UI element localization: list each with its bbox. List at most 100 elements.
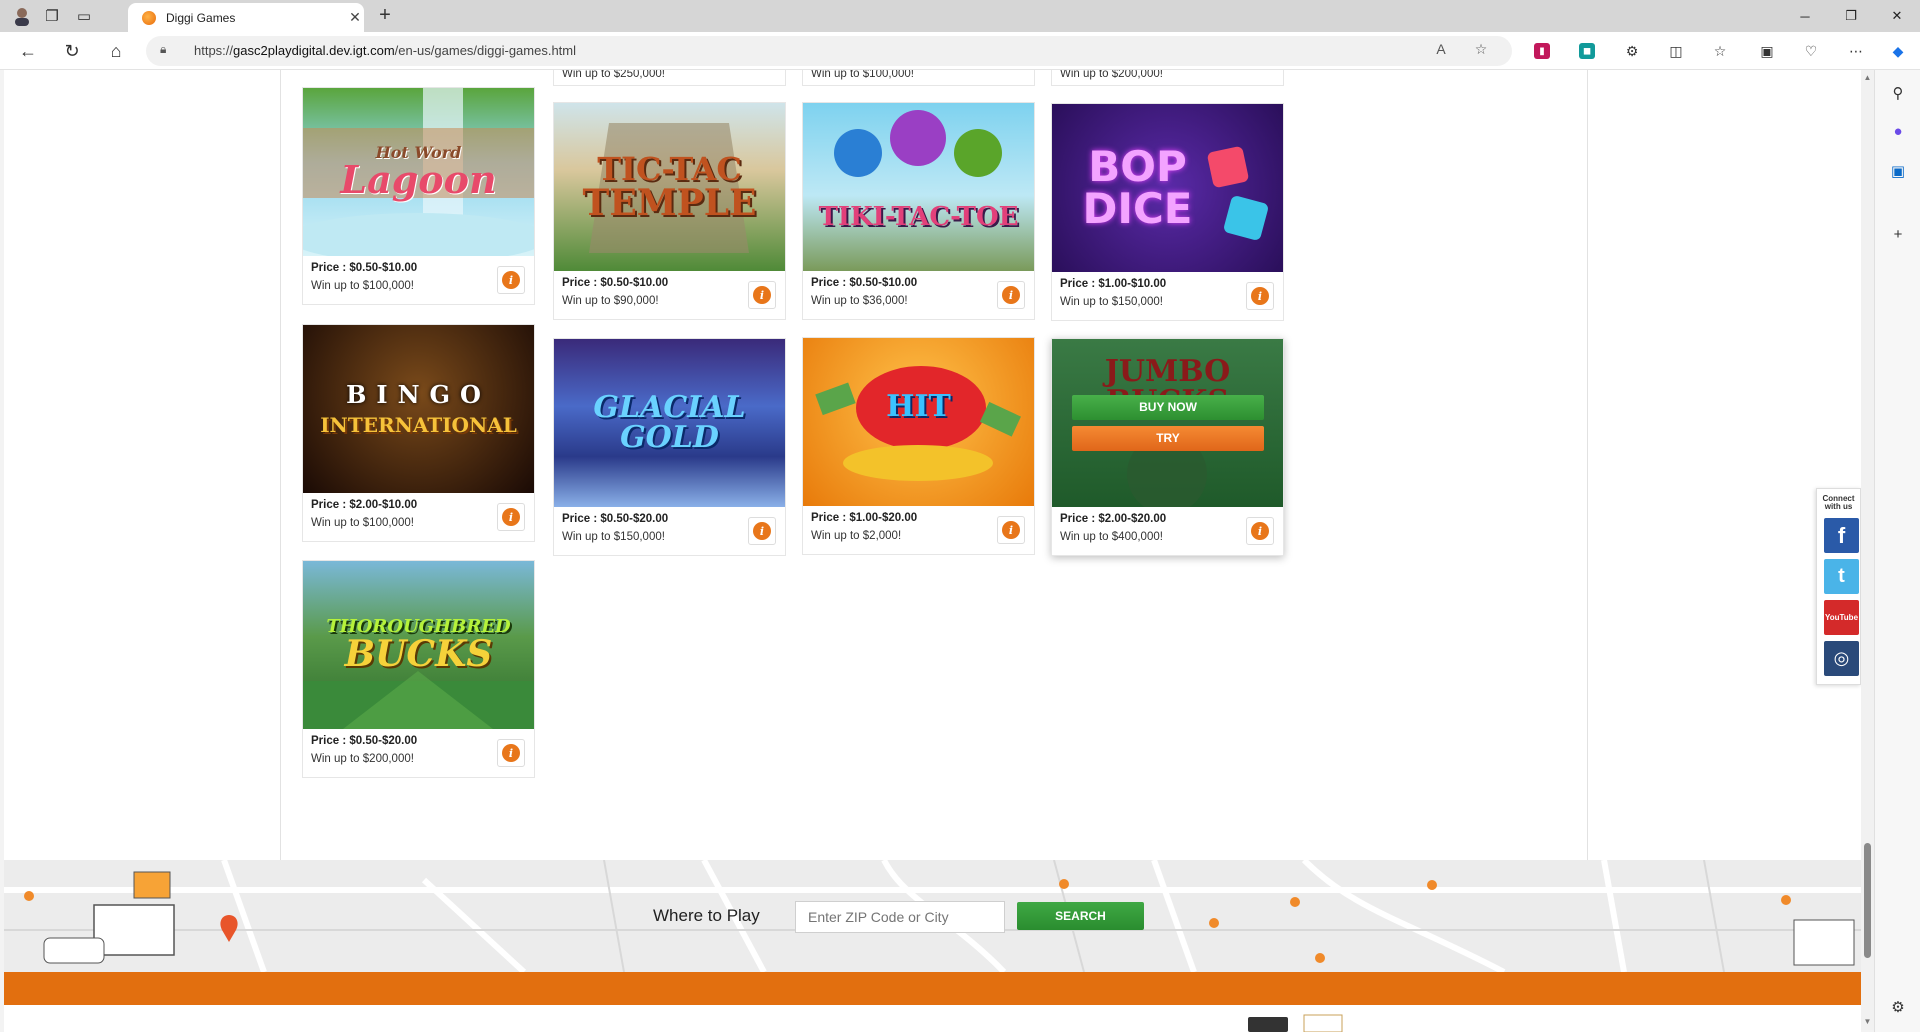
back-arrow-icon[interactable]: ←: [14, 38, 42, 64]
extensions-puzzle-icon[interactable]: ⚙: [1621, 40, 1643, 62]
game-meta: Price : $0.50-$20.00 Win up to $200,000!…: [303, 729, 534, 777]
price-text: Price : $1.00-$20.00: [811, 512, 918, 524]
art-line2: INTERNATIONAL: [320, 413, 517, 437]
win-text: Win up to $250,000!: [562, 70, 665, 80]
info-button[interactable]: i: [997, 516, 1025, 544]
game-card-tic-tac-temple[interactable]: TIC-TAC TEMPLE Price : $0.50-$10.00 Win …: [553, 102, 786, 320]
add-sidebar-icon[interactable]: +: [1887, 223, 1909, 245]
search-icon[interactable]: ⚲: [1887, 82, 1909, 104]
outlook-icon[interactable]: ▣: [1887, 160, 1909, 182]
art-line2: GLACIAL GOLD: [593, 390, 746, 455]
minimize-button[interactable]: ─: [1782, 0, 1828, 32]
browser-essentials-icon[interactable]: ♡: [1800, 40, 1822, 62]
price-text: Price : $1.00-$10.00: [1060, 278, 1167, 290]
info-button[interactable]: i: [748, 281, 776, 309]
profile-avatar[interactable]: [8, 4, 36, 28]
info-button[interactable]: i: [497, 739, 525, 767]
extension-teal-icon[interactable]: ◼: [1579, 43, 1595, 59]
info-button[interactable]: i: [997, 281, 1025, 309]
tab-strip: ❐ ▭ Diggi Games ✕ + ─ ❐ ✕: [0, 0, 1920, 32]
game-art[interactable]: TIC-TAC TEMPLE: [554, 103, 785, 271]
win-text: Win up to $150,000!: [1060, 296, 1163, 308]
close-tab-icon[interactable]: ✕: [346, 9, 364, 26]
game-art[interactable]: GLACIAL GOLD: [554, 339, 785, 507]
win-text: Win up to $200,000!: [1060, 70, 1163, 80]
instagram-icon[interactable]: ◎: [1824, 641, 1859, 676]
extension-red-icon[interactable]: ▮: [1534, 43, 1550, 59]
buy-now-button[interactable]: BUY NOW: [1072, 395, 1264, 420]
game-card-bop-dice[interactable]: BOP DICE Price : $1.00-$10.00 Win up to …: [1051, 103, 1284, 321]
info-button[interactable]: i: [497, 503, 525, 531]
url-text[interactable]: https://gasc2playdigital.dev.igt.com/en-…: [194, 43, 576, 58]
game-card-tiki-tac-toe[interactable]: TIKI-TAC-TOE Price : $0.50-$10.00 Win up…: [802, 102, 1035, 320]
art-line2: Lagoon: [340, 157, 497, 202]
art-line2: HIT: [886, 389, 951, 424]
tab-actions-icon[interactable]: ▭: [70, 4, 98, 28]
favorites-icon[interactable]: ☆: [1709, 40, 1731, 62]
split-screen-icon[interactable]: ◫: [1665, 40, 1687, 62]
edge-sidebar: ⚲ ● ▣ + ⚙: [1874, 70, 1920, 1032]
read-aloud-icon[interactable]: A: [1430, 41, 1452, 61]
scroll-up-arrow-icon[interactable]: ▲: [1862, 73, 1873, 82]
facebook-icon[interactable]: f: [1824, 518, 1859, 553]
game-meta: Price : $0.50-$10.00 Win up to $36,000! …: [803, 271, 1034, 319]
price-text: Price : $0.50-$20.00: [562, 513, 669, 525]
zip-search-input[interactable]: [795, 901, 1005, 933]
home-icon[interactable]: ⌂: [102, 38, 130, 64]
game-card-glacial-gold[interactable]: GLACIAL GOLD Price : $0.50-$20.00 Win up…: [553, 338, 786, 556]
game-card-hot-word-lagoon[interactable]: Hot Word Lagoon Price : $0.50-$10.00 Win…: [302, 87, 535, 305]
try-button[interactable]: TRY: [1072, 426, 1264, 451]
game-meta: Price : $1.00-$10.00 Win up to $150,000!…: [1052, 272, 1283, 320]
game-art[interactable]: THOROUGHBRED BUCKS: [303, 561, 534, 729]
game-card-partial[interactable]: Win up to $250,000!: [553, 70, 786, 86]
game-meta: Price : $1.00-$20.00 Win up to $2,000! i: [803, 506, 1034, 554]
game-card-jumbo-bucks[interactable]: JUMBO BUCKS BUY NOW TRY Price : $2.00-$2…: [1051, 338, 1284, 556]
game-card-hit[interactable]: HIT Price : $1.00-$20.00 Win up to $2,00…: [802, 337, 1035, 555]
win-text: Win up to $150,000!: [562, 531, 665, 543]
art-line1: BINGO: [346, 380, 491, 409]
page-scrollbar[interactable]: ▲ ▼: [1861, 70, 1874, 1030]
art-line2: TIKI-TAC-TOE: [818, 202, 1019, 232]
address-bar[interactable]: 🔒︎ https://gasc2playdigital.dev.igt.com/…: [146, 36, 1512, 66]
game-card-thoroughbred-bucks[interactable]: THOROUGHBRED BUCKS Price : $0.50-$20.00 …: [302, 560, 535, 778]
game-art[interactable]: Hot Word Lagoon: [303, 88, 534, 256]
win-text: Win up to $90,000!: [562, 295, 659, 307]
restore-button[interactable]: ❐: [1828, 0, 1874, 32]
twitter-icon[interactable]: t: [1824, 559, 1859, 594]
more-menu-icon[interactable]: ⋯: [1845, 40, 1867, 62]
game-art[interactable]: BOP DICE: [1052, 104, 1283, 272]
copilot-icon[interactable]: ◆: [1887, 40, 1909, 62]
price-text: Price : $0.50-$10.00: [811, 277, 918, 289]
art-line2: TEMPLE: [582, 182, 757, 224]
scrollbar-thumb[interactable]: [1864, 843, 1871, 958]
info-button[interactable]: i: [1246, 517, 1274, 545]
search-button[interactable]: SEARCH: [1017, 902, 1144, 930]
info-icon: i: [1251, 287, 1269, 305]
game-art[interactable]: JUMBO BUCKS BUY NOW TRY: [1052, 339, 1283, 507]
refresh-icon[interactable]: ↻: [58, 38, 86, 64]
art-line2: DICE: [1082, 184, 1193, 233]
info-button[interactable]: i: [1246, 282, 1274, 310]
game-art[interactable]: HIT: [803, 338, 1034, 506]
tab-diggi-games[interactable]: Diggi Games ✕: [128, 3, 364, 32]
collections-icon[interactable]: ▣: [1756, 40, 1778, 62]
youtube-icon[interactable]: YouTube: [1824, 600, 1859, 635]
close-window-button[interactable]: ✕: [1874, 0, 1920, 32]
lock-icon[interactable]: 🔒︎: [160, 42, 166, 57]
scroll-down-arrow-icon[interactable]: ▼: [1862, 1017, 1873, 1026]
copilot-sidebar-icon[interactable]: ●: [1887, 120, 1909, 142]
game-art[interactable]: BINGO INTERNATIONAL: [303, 325, 534, 493]
settings-gear-icon[interactable]: ⚙: [1887, 996, 1909, 1018]
favorite-star-icon[interactable]: ☆: [1470, 41, 1492, 61]
info-button[interactable]: i: [497, 266, 525, 294]
art-line1: TIC-TAC: [597, 150, 742, 188]
game-card-partial[interactable]: Win up to $100,000!: [802, 70, 1035, 86]
game-card-bingo-international[interactable]: BINGO INTERNATIONAL Price : $2.00-$10.00…: [302, 324, 535, 542]
game-card-partial[interactable]: Win up to $200,000!: [1051, 70, 1284, 86]
info-button[interactable]: i: [748, 517, 776, 545]
price-text: Price : $0.50-$20.00: [311, 735, 418, 747]
new-tab-button[interactable]: +: [372, 4, 398, 28]
win-text: Win up to $36,000!: [811, 295, 908, 307]
workspaces-icon[interactable]: ❐: [38, 4, 66, 28]
game-art[interactable]: TIKI-TAC-TOE: [803, 103, 1034, 271]
